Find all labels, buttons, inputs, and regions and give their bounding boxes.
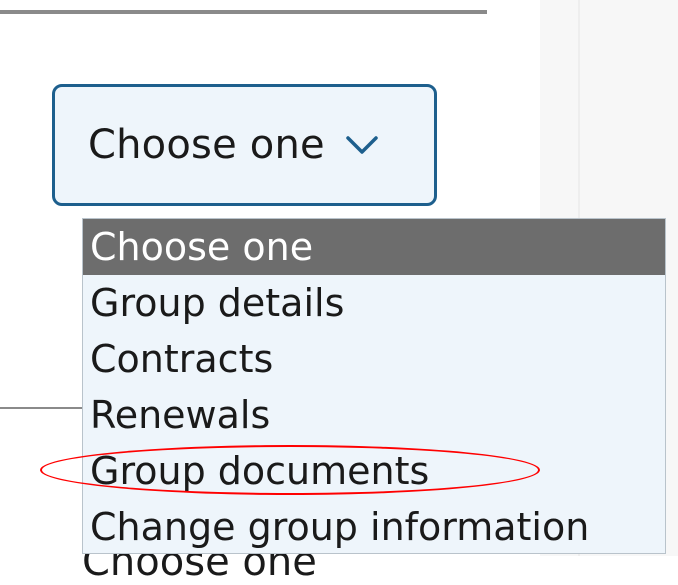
option-contracts[interactable]: Contracts	[83, 331, 665, 387]
top-divider	[0, 10, 487, 14]
select-value: Choose one	[88, 122, 325, 168]
option-choose-one[interactable]: Choose one	[83, 219, 665, 275]
option-renewals[interactable]: Renewals	[83, 387, 665, 443]
chevron-down-icon	[345, 134, 379, 156]
option-group-details[interactable]: Group details	[83, 275, 665, 331]
left-divider	[0, 407, 82, 409]
option-change-group-information[interactable]: Change group information	[83, 499, 665, 553]
option-group-documents[interactable]: Group documents	[83, 443, 665, 499]
section-select[interactable]: Choose one	[52, 84, 437, 206]
dropdown-list[interactable]: Choose one Group details Contracts Renew…	[82, 218, 666, 554]
